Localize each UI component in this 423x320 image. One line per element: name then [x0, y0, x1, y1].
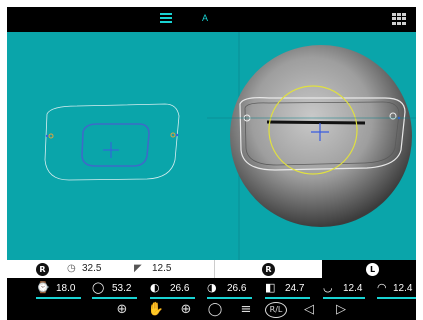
measurement-half-b[interactable]: ◑ 26.6 — [207, 281, 257, 299]
measurement-lens-height[interactable]: ◧ 24.7 — [265, 281, 315, 299]
height-icon: ◤ — [134, 263, 142, 274]
segment-height-icon: ◡ — [323, 281, 333, 294]
lens-photo-sphere — [230, 45, 412, 227]
pd-value: 32.5 — [82, 263, 102, 274]
pd-icon: ◷ — [67, 263, 76, 274]
reference-line — [266, 120, 366, 125]
measurement-segment-b[interactable]: ◠ 12.4 — [377, 281, 416, 299]
side-badge-left[interactable]: L — [366, 263, 379, 276]
segment-height-alt-icon: ◠ — [377, 281, 387, 294]
info-panel-right: L — [322, 260, 416, 278]
block-tool-icon[interactable]: ⊕ — [113, 302, 131, 318]
tracing-canvas[interactable] — [7, 32, 416, 260]
measurement-row: ⌚ 18.0 ◯ 53.2 ◐ 26.6 ◑ 26.6 ◧ 24.7 ◡ 12.… — [7, 278, 416, 300]
tool-row: ⊕ ✋ ⊕ ◯ ≡ R/L ◁ ▷ — [7, 300, 416, 320]
hand-drag-icon[interactable]: ✋ — [147, 302, 165, 318]
measurement-lens-width[interactable]: ◯ 53.2 — [92, 281, 142, 299]
center-tool-icon[interactable]: ⊕ — [177, 302, 195, 318]
measurement-bridge[interactable]: ⌚ 18.0 — [36, 281, 86, 299]
measurement-half-a[interactable]: ◐ 26.6 — [150, 281, 200, 299]
side-badge-right-mid[interactable]: R — [262, 263, 275, 276]
left-lens-shape — [81, 123, 150, 167]
hamburger-icon[interactable] — [160, 13, 172, 26]
measurement-segment-a[interactable]: ◡ 12.4 — [323, 281, 367, 299]
half-lens-alt-icon: ◑ — [207, 281, 217, 294]
left-marker-b — [170, 132, 176, 138]
half-lens-icon: ◐ — [150, 281, 160, 294]
grid-icon[interactable] — [392, 13, 406, 25]
previous-icon[interactable]: ◁ — [300, 302, 318, 318]
list-icon[interactable]: ≡ — [237, 302, 255, 318]
info-panel-left: R ◷ 32.5 ◤ 12.5 — [7, 260, 214, 278]
app-window: A R ◷ 32.5 ◤ 12.5 R L ⌚ 18.0 ◯ 53.2 ◐ 26… — [7, 7, 416, 320]
mode-label[interactable]: A — [202, 13, 208, 23]
left-crosshair — [103, 142, 119, 158]
bridge-icon: ⌚ — [36, 281, 50, 294]
next-icon[interactable]: ▷ — [332, 302, 350, 318]
lens-info-row: R ◷ 32.5 ◤ 12.5 R L — [7, 260, 416, 278]
left-frame-outline — [44, 103, 180, 181]
side-badge-right[interactable]: R — [36, 263, 49, 276]
lens-height-icon: ◧ — [265, 281, 276, 294]
rl-swap-icon[interactable]: R/L — [265, 302, 287, 318]
height-value: 12.5 — [152, 263, 172, 274]
canvas-drawing — [44, 32, 416, 260]
info-panel-mid: R — [214, 260, 322, 278]
top-toolbar: A — [7, 7, 416, 32]
left-marker-a — [48, 133, 54, 139]
shape-edit-icon[interactable]: ◯ — [206, 302, 224, 318]
lens-width-icon: ◯ — [92, 281, 105, 294]
